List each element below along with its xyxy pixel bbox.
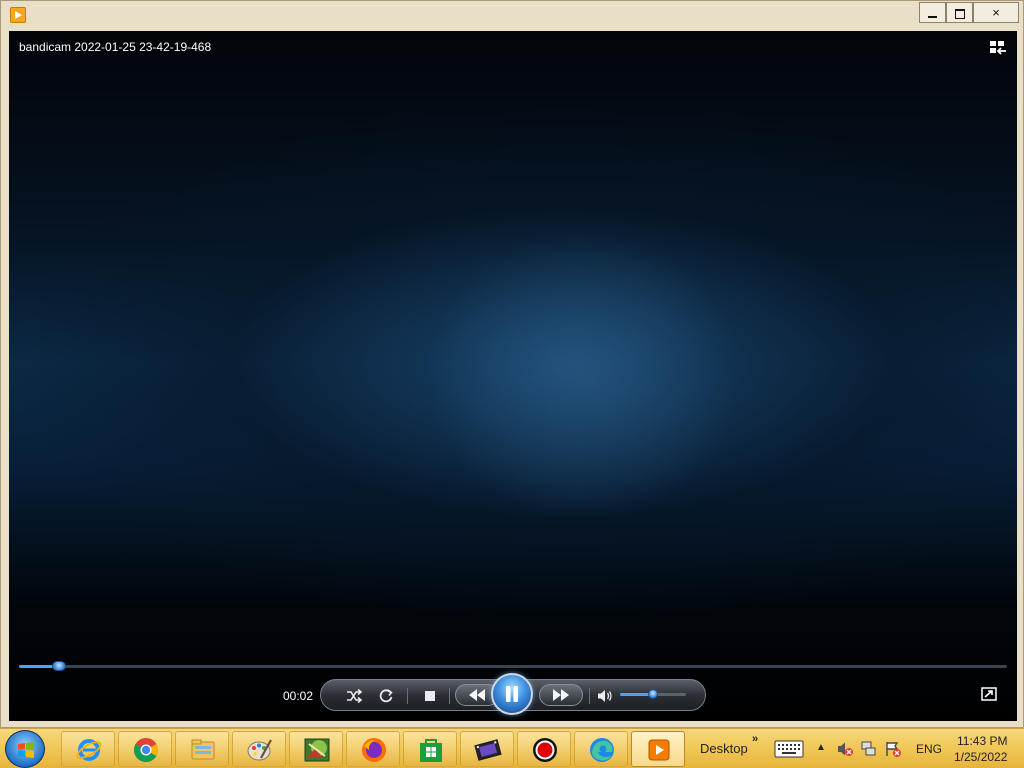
title-bar[interactable]: × [1, 1, 1023, 31]
taskbar-item-file-explorer[interactable] [175, 731, 229, 767]
chrome-icon [134, 738, 159, 763]
elapsed-time: 00:02 [283, 689, 314, 703]
close-icon: × [992, 5, 1000, 20]
volume-muted-icon[interactable] [836, 740, 854, 758]
minimize-button[interactable] [919, 2, 946, 23]
fullscreen-icon[interactable] [981, 687, 997, 701]
taskbar-item-chrome[interactable] [118, 731, 172, 767]
volume-icon [598, 690, 612, 702]
seek-bar[interactable] [19, 661, 1007, 671]
store-icon [420, 739, 442, 762]
minimize-icon [928, 15, 937, 18]
seek-thumb[interactable] [51, 661, 66, 671]
taskbar-item-image-app[interactable] [289, 731, 343, 767]
shuffle-icon [347, 688, 363, 704]
windows-logo-icon [18, 742, 34, 758]
taskbar-item-store[interactable] [403, 731, 457, 767]
taskbar-item-edge[interactable] [574, 731, 628, 767]
media-player-icon [648, 739, 670, 761]
shuffle-button[interactable] [343, 686, 365, 706]
separator [589, 688, 590, 704]
stop-button[interactable] [420, 686, 440, 706]
start-button[interactable] [5, 730, 45, 768]
taskbar-item-paint[interactable] [232, 731, 286, 767]
media-player-window: × bandicam 2022-01-25 23-42-19-468 00:02 [0, 0, 1024, 728]
close-button[interactable]: × [973, 2, 1019, 23]
repeat-button[interactable] [375, 686, 397, 706]
desktop-toolbar-label[interactable]: Desktop [700, 741, 748, 756]
clock-date[interactable]: 1/25/2022 [954, 750, 1007, 764]
folder-icon [191, 739, 215, 760]
repeat-icon [379, 689, 393, 703]
video-area[interactable]: bandicam 2022-01-25 23-42-19-468 00:02 [9, 31, 1017, 721]
video-file-title: bandicam 2022-01-25 23-42-19-468 [19, 40, 212, 54]
media-player-icon [10, 7, 26, 23]
photo-icon [304, 738, 330, 762]
firefox-icon [362, 738, 386, 762]
pause-button[interactable] [491, 673, 533, 715]
action-center-icon[interactable] [884, 740, 902, 758]
taskbar-item-internet-explorer[interactable] [61, 731, 115, 767]
separator [449, 688, 450, 704]
volume-slider[interactable] [620, 689, 686, 699]
taskbar: Desktop » ▲ ENG 11:43 PM 1/25/2022 [0, 728, 1024, 768]
touch-keyboard-icon[interactable] [774, 740, 804, 758]
record-icon [533, 738, 557, 762]
pause-icon [506, 686, 518, 702]
next-icon [553, 689, 569, 701]
stop-icon [425, 691, 435, 701]
palette-icon [247, 739, 272, 761]
taskbar-item-media-player[interactable] [631, 731, 685, 767]
input-language[interactable]: ENG [916, 742, 942, 756]
edge-icon [590, 738, 614, 762]
taskbar-item-firefox[interactable] [346, 731, 400, 767]
toolbar-chevron-icon[interactable]: » [752, 733, 758, 745]
next-button[interactable] [539, 684, 583, 706]
taskbar-item-movie-maker[interactable] [460, 731, 514, 767]
volume-thumb[interactable] [648, 689, 658, 699]
maximize-icon [954, 8, 965, 19]
network-icon[interactable] [860, 740, 878, 758]
switch-to-library-icon[interactable] [989, 40, 1007, 56]
clock-time[interactable]: 11:43 PM [957, 734, 1007, 748]
show-hidden-icons-icon[interactable]: ▲ [816, 742, 826, 753]
ie-icon [76, 739, 102, 761]
mute-button[interactable] [594, 686, 616, 706]
maximize-button[interactable] [946, 2, 973, 23]
film-icon [474, 739, 502, 761]
separator [407, 688, 408, 704]
taskbar-item-bandicam[interactable] [517, 731, 571, 767]
